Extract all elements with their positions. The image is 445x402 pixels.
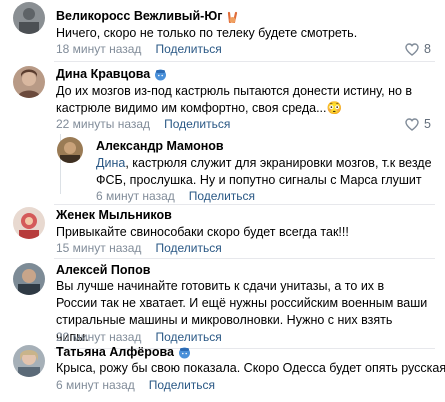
comment-text: Ничего, скоро не только по телеку будете… xyxy=(56,26,358,40)
comment-meta: 20 минут назад Поделиться xyxy=(56,330,222,344)
author-name[interactable]: Женек Мыльников xyxy=(56,208,172,222)
avatar[interactable] xyxy=(13,2,45,34)
divider xyxy=(54,204,435,205)
avatar[interactable] xyxy=(13,345,45,377)
verified-cap-icon xyxy=(178,346,191,359)
like-button[interactable]: 8 xyxy=(405,42,431,56)
share-button[interactable]: Поделиться xyxy=(155,241,221,255)
comment-text: Крыса, рожу бы свою показала. Скоро Одес… xyxy=(56,361,445,375)
avatar[interactable] xyxy=(13,66,45,98)
avatar[interactable] xyxy=(13,263,45,295)
timestamp[interactable]: 18 минут назад xyxy=(56,42,141,56)
share-button[interactable]: Поделиться xyxy=(155,330,221,344)
timestamp[interactable]: 20 минут назад xyxy=(56,330,141,344)
comment-meta: 22 минуты назад Поделиться xyxy=(56,117,230,131)
flushed-face-emoji: 😳 xyxy=(326,101,343,115)
verified-cap-icon xyxy=(154,68,167,81)
comment-text: Дина, кастрюля служит для экранировки мо… xyxy=(96,156,432,187)
comment-meta: 15 минут назад Поделиться xyxy=(56,241,222,255)
divider xyxy=(54,258,435,259)
author-name[interactable]: Великоросс Вежливый-Юг xyxy=(56,9,239,23)
comment-meta: 18 минут назад Поделиться xyxy=(56,42,222,56)
share-button[interactable]: Поделиться xyxy=(164,117,230,131)
like-count: 8 xyxy=(424,42,431,56)
share-button[interactable]: Поделиться xyxy=(189,189,255,203)
heart-icon xyxy=(405,42,419,56)
share-button[interactable]: Поделиться xyxy=(149,378,215,392)
comment-meta: 6 минут назад Поделиться xyxy=(56,378,215,392)
heart-icon xyxy=(405,117,419,131)
author-name[interactable]: Александр Мамонов xyxy=(96,139,224,153)
comment-text: До их мозгов из-под кастрюль пытаются до… xyxy=(56,84,413,115)
comment-text: Привыкайте свинособаки скоро будет всегд… xyxy=(56,225,349,239)
author-name[interactable]: Татьяна Алфёрова xyxy=(56,345,191,359)
avatar[interactable] xyxy=(57,137,83,163)
mention-link[interactable]: Дина xyxy=(96,156,125,170)
share-button[interactable]: Поделиться xyxy=(155,42,221,56)
timestamp[interactable]: 22 минуты назад xyxy=(56,117,150,131)
avatar[interactable] xyxy=(13,207,45,239)
author-name[interactable]: Алексей Попов xyxy=(56,263,150,277)
timestamp[interactable]: 6 минут назад xyxy=(96,189,175,203)
like-count: 5 xyxy=(424,117,431,131)
timestamp[interactable]: 6 минут назад xyxy=(56,378,135,392)
victory-hand-icon xyxy=(226,10,239,23)
divider xyxy=(54,61,435,62)
author-name[interactable]: Дина Кравцова xyxy=(56,67,167,81)
comment-meta: 6 минут назад Поделиться xyxy=(96,189,255,203)
like-button[interactable]: 5 xyxy=(405,117,431,131)
timestamp[interactable]: 15 минут назад xyxy=(56,241,141,255)
